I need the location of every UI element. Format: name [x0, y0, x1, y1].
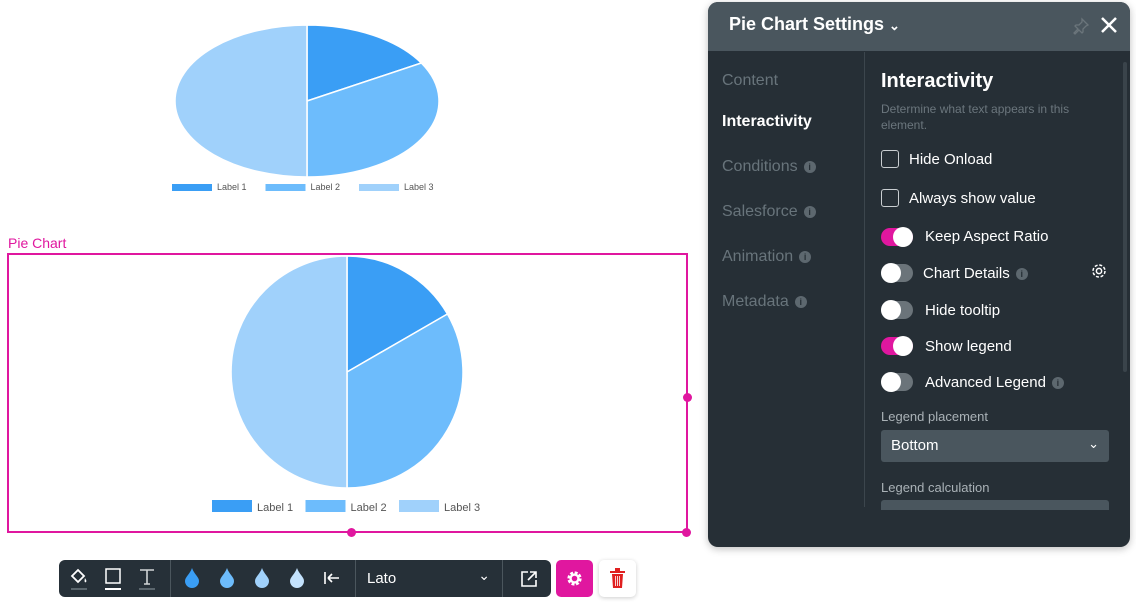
nav-animation[interactable]: Animation i — [722, 248, 812, 266]
info-icon: i — [794, 295, 807, 308]
gear-icon[interactable] — [1090, 262, 1108, 280]
hide-tooltip-label: Hide tooltip — [925, 302, 1001, 319]
border-icon[interactable] — [103, 567, 123, 591]
scrollbar[interactable] — [1123, 62, 1127, 372]
color-drop-icon[interactable] — [185, 568, 199, 588]
pie-slice — [230, 255, 348, 489]
legend-placement-value: Bottom — [891, 437, 939, 454]
color-drop-icon[interactable] — [220, 568, 234, 588]
legend-calculation-label: Legend calculation — [881, 480, 990, 495]
info-icon: i — [1051, 377, 1064, 390]
legend-swatch — [212, 500, 252, 512]
divider — [864, 52, 865, 507]
fill-color-icon[interactable] — [69, 567, 89, 591]
keep-aspect-ratio-toggle[interactable] — [881, 227, 913, 247]
advanced-legend-toggle[interactable] — [881, 372, 913, 392]
legend-calculation-select[interactable] — [881, 500, 1109, 510]
nav-interactivity[interactable]: Interactivity — [722, 113, 812, 131]
chevron-down-icon: ⌄ — [1088, 436, 1099, 451]
nav-conditions[interactable]: Conditions i — [722, 158, 816, 176]
font-select[interactable]: Lato ⌄ — [356, 560, 502, 597]
chart-details-label: Chart Details i — [923, 265, 1028, 282]
legend-swatch — [305, 500, 346, 512]
section-title: Interactivity — [881, 70, 994, 92]
always-show-value-label: Always show value — [909, 190, 1036, 207]
close-icon[interactable] — [1100, 16, 1118, 34]
hide-onload-label: Hide Onload — [909, 151, 993, 168]
gear-icon — [567, 571, 582, 586]
nav-salesforce[interactable]: Salesforce i — [722, 203, 816, 221]
chevron-down-icon: ⌄ — [478, 567, 490, 583]
legend-placement-select[interactable]: Bottom ⌄ — [881, 430, 1109, 462]
show-legend-label: Show legend — [925, 338, 1012, 355]
font-value: Lato — [367, 570, 397, 587]
delete-button[interactable] — [599, 560, 636, 597]
pin-icon[interactable] — [1072, 17, 1090, 35]
hide-tooltip-toggle[interactable] — [881, 300, 913, 320]
settings-panel: Pie Chart Settings ⌄ Content Interactivi… — [708, 2, 1130, 547]
panel-header: Pie Chart Settings ⌄ — [708, 2, 1130, 51]
trash-icon — [610, 568, 625, 588]
info-icon: i — [803, 205, 816, 218]
chevron-down-icon: ⌄ — [889, 18, 900, 33]
advanced-legend-label: Advanced Legend i — [925, 374, 1064, 391]
show-legend-toggle[interactable] — [881, 336, 913, 356]
text-icon[interactable] — [137, 567, 157, 591]
always-show-value-checkbox[interactable] — [881, 189, 899, 207]
color-drop-icon[interactable] — [290, 568, 304, 588]
color-drop-icon[interactable] — [255, 568, 269, 588]
keep-aspect-ratio-label: Keep Aspect Ratio — [925, 228, 1049, 245]
chart-details-toggle[interactable] — [881, 263, 913, 283]
panel-title[interactable]: Pie Chart Settings ⌄ — [729, 14, 900, 35]
legend-label: Label 3 — [444, 502, 480, 514]
section-description: Determine what text appears in this elem… — [881, 102, 1070, 132]
pie-chart: Label 1 Label 2 Label 3 — [212, 255, 480, 514]
separator — [170, 560, 171, 597]
align-left-icon[interactable] — [323, 570, 341, 586]
legend-swatch — [399, 500, 439, 512]
info-icon: i — [799, 250, 812, 263]
legend-placement-label: Legend placement — [881, 409, 988, 424]
hide-onload-checkbox[interactable] — [881, 150, 899, 168]
info-icon: i — [1015, 268, 1028, 281]
nav-content[interactable]: Content — [722, 72, 778, 90]
info-icon: i — [803, 160, 816, 173]
legend-label: Label 2 — [351, 502, 387, 514]
external-link-icon[interactable] — [520, 570, 538, 588]
legend-label: Label 1 — [257, 502, 293, 514]
element-toolbar: Lato ⌄ — [59, 560, 551, 597]
separator — [502, 560, 503, 597]
nav-metadata[interactable]: Metadata i — [722, 293, 807, 311]
settings-button[interactable] — [556, 560, 593, 597]
